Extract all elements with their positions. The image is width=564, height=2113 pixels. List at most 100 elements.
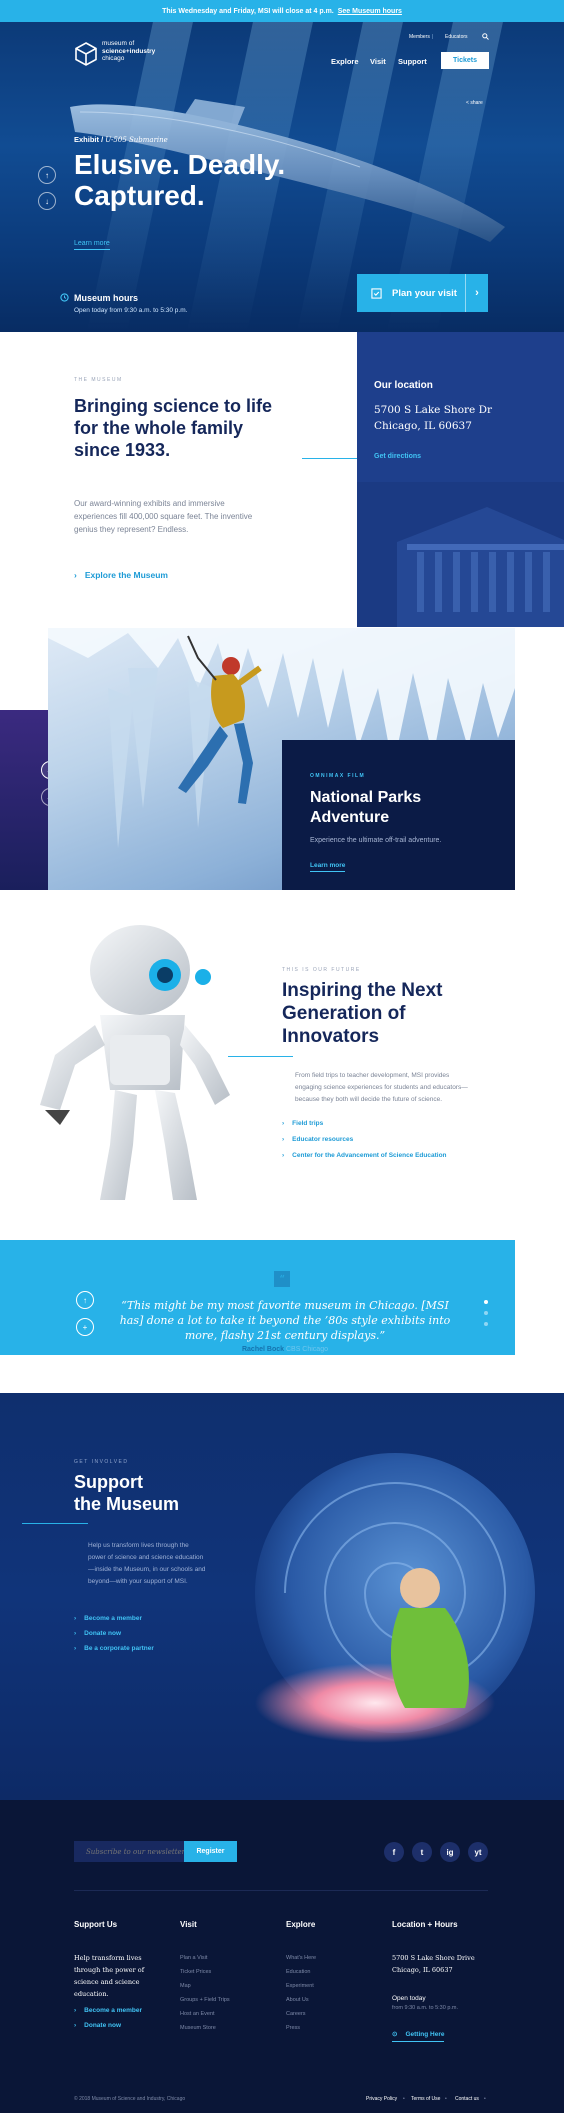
press-link[interactable]: Press [286, 2025, 300, 2031]
facebook-icon[interactable]: f [384, 1842, 404, 1862]
education-link[interactable]: Education [286, 1969, 310, 1975]
footer-donate-now-link[interactable]: › Donate now [74, 2022, 121, 2029]
terms-of-use-link[interactable]: Terms of Use [411, 2096, 440, 2102]
explore-museum-label: Explore the Museum [84, 570, 168, 580]
nav-visit[interactable]: Visit [370, 57, 386, 66]
instagram-icon[interactable]: ig [440, 1842, 460, 1862]
slide-next-button[interactable]: ↓ [38, 192, 56, 210]
innovators-eyebrow: THIS IS OUR FUTURE [282, 967, 361, 973]
location-address: 5700 S Lake Shore Dr Chicago, IL 60637 [374, 402, 492, 434]
support-us-text: Help transform lives through the power o… [74, 1954, 145, 1998]
field-trips-link[interactable]: › Field trips [282, 1120, 323, 1127]
logo-line-3: chicago [102, 55, 125, 62]
explore-museum-link[interactable]: › Explore the Museum [74, 570, 168, 580]
alert-message: This Wednesday and Friday, MSI will clos… [162, 7, 334, 15]
legal-separator: • [445, 2096, 447, 2102]
newsletter-input[interactable] [74, 1841, 184, 1862]
footer-become-member-label: Become a member [84, 2007, 142, 2014]
copyright-text: © 2018 Museum of Science and Industry, C… [74, 2096, 186, 2102]
slide-prev-button[interactable]: ↑ [38, 166, 56, 184]
quote-next-button[interactable]: + [76, 1318, 94, 1336]
educator-resources-link[interactable]: › Educator resources [282, 1136, 353, 1143]
nav-explore[interactable]: Explore [331, 57, 359, 66]
omnimax-eyebrow: OMNIMAX FILM [310, 773, 366, 779]
explore-heading: Explore [286, 1920, 316, 1929]
getting-here-link[interactable]: ⊙ Getting Here [392, 2030, 445, 2042]
legal-separator: • [403, 2096, 405, 2102]
museum-logo-text[interactable]: museum of science+industry chicago [102, 40, 155, 63]
about-us-link[interactable]: About Us [286, 1997, 309, 2003]
corporate-partner-link[interactable]: › Be a corporate partner [74, 1645, 154, 1652]
get-directions-link[interactable]: Get directions [374, 453, 421, 460]
donate-now-link[interactable]: › Donate now [74, 1630, 121, 1637]
arrow-up-icon: ↑ [45, 170, 49, 180]
footer-divider [74, 1890, 488, 1891]
members-link[interactable]: Members [409, 34, 430, 40]
msi-logo-icon[interactable] [74, 42, 98, 66]
hero-title: Elusive. Deadly. Captured. [74, 149, 314, 211]
carousel-dot[interactable] [484, 1311, 488, 1315]
plan-a-visit-link[interactable]: Plan a Visit [180, 1955, 207, 1961]
nav-support[interactable]: Support [398, 57, 427, 66]
museum-store-link[interactable]: Museum Store [180, 2025, 216, 2031]
educators-link[interactable]: Educators [445, 34, 468, 40]
carousel-dot-active[interactable] [484, 1300, 488, 1304]
intro-eyebrow: THE MUSEUM [74, 377, 123, 383]
youtube-icon[interactable]: yt [468, 1842, 488, 1862]
logo-line-1: museum of [102, 40, 135, 47]
field-trips-label: Field trips [292, 1120, 324, 1127]
support-us-heading: Support Us [74, 1920, 118, 1929]
carousel-dot[interactable] [484, 1322, 488, 1326]
chevron-right-icon: › [74, 1630, 77, 1637]
privacy-policy-link[interactable]: Privacy Policy [366, 2096, 397, 2102]
tickets-button[interactable]: Tickets [441, 52, 489, 69]
getting-here-label: Getting Here [405, 2031, 445, 2038]
exhibit-prefix: Exhibit / [74, 135, 104, 144]
register-button[interactable]: Register [184, 1841, 237, 1862]
map-link[interactable]: Map [180, 1983, 191, 1989]
support-title-line-2: the Museum [74, 1494, 180, 1514]
arrow-down-icon: ↓ [45, 196, 49, 206]
support-body: Help us transform lives through the powe… [88, 1542, 206, 1585]
share-link[interactable]: < share [466, 100, 483, 106]
museum-hours-link[interactable]: See Museum hours [338, 8, 402, 15]
nautilus-boy-image [255, 1453, 535, 1743]
legal-separator: • [484, 2096, 486, 2102]
chevron-right-icon: › [282, 1136, 285, 1143]
science-education-center-link[interactable]: › Center for the Advancement of Science E… [282, 1152, 447, 1159]
footer-hours-text: from 9:30 a.m. to 5:30 p.m. [392, 2005, 459, 2011]
share-icon: < [466, 100, 469, 106]
experiment-link[interactable]: Experiment [286, 1983, 314, 1989]
address-line-1: 5700 S Lake Shore Dr [374, 404, 493, 416]
become-member-link[interactable]: › Become a member [74, 1615, 142, 1622]
groups-field-trips-link[interactable]: Groups + Field Trips [180, 1997, 230, 2003]
chevron-right-icon: › [74, 2007, 77, 2014]
ticket-prices-link[interactable]: Ticket Prices [180, 1969, 211, 1975]
plan-your-visit-button[interactable]: Plan your visit › [357, 274, 488, 312]
museum-hours-text: Open today from 9:30 a.m. to 5:30 p.m. [74, 307, 188, 314]
quote-author: Rachel Bock [241, 1346, 285, 1353]
museum-building-image [357, 482, 564, 627]
footer-donate-now-label: Donate now [84, 2022, 122, 2029]
footer-become-member-link[interactable]: › Become a member [74, 2007, 142, 2014]
chevron-right-icon: › [282, 1152, 285, 1159]
footer-address-line-2: Chicago, IL 60637 [392, 1966, 453, 1974]
support-title: Support the Museum [74, 1471, 179, 1515]
search-icon[interactable] [482, 33, 489, 40]
careers-link[interactable]: Careers [286, 2011, 306, 2017]
util-nav-divider: | [432, 34, 434, 40]
robot-image [40, 925, 230, 1200]
twitter-icon[interactable]: t [412, 1842, 432, 1862]
quote-prev-button[interactable]: ↑ [76, 1291, 94, 1309]
host-an-event-link[interactable]: Host an Event [180, 2011, 215, 2017]
quote-icon: “ [274, 1271, 290, 1287]
open-today-label: Open today [392, 1995, 426, 2002]
location-hours-heading: Location + Hours [392, 1920, 458, 1929]
omnimax-learn-more-link[interactable]: Learn more [310, 862, 346, 872]
donate-now-label: Donate now [84, 1630, 122, 1637]
contact-us-link[interactable]: Contact us [455, 2096, 479, 2102]
whats-here-link[interactable]: What's Here [286, 1955, 316, 1961]
innovators-accent-line [228, 1056, 293, 1057]
arrow-up-icon: ↑ [83, 1295, 87, 1305]
hero-learn-more-link[interactable]: Learn more [74, 240, 110, 250]
